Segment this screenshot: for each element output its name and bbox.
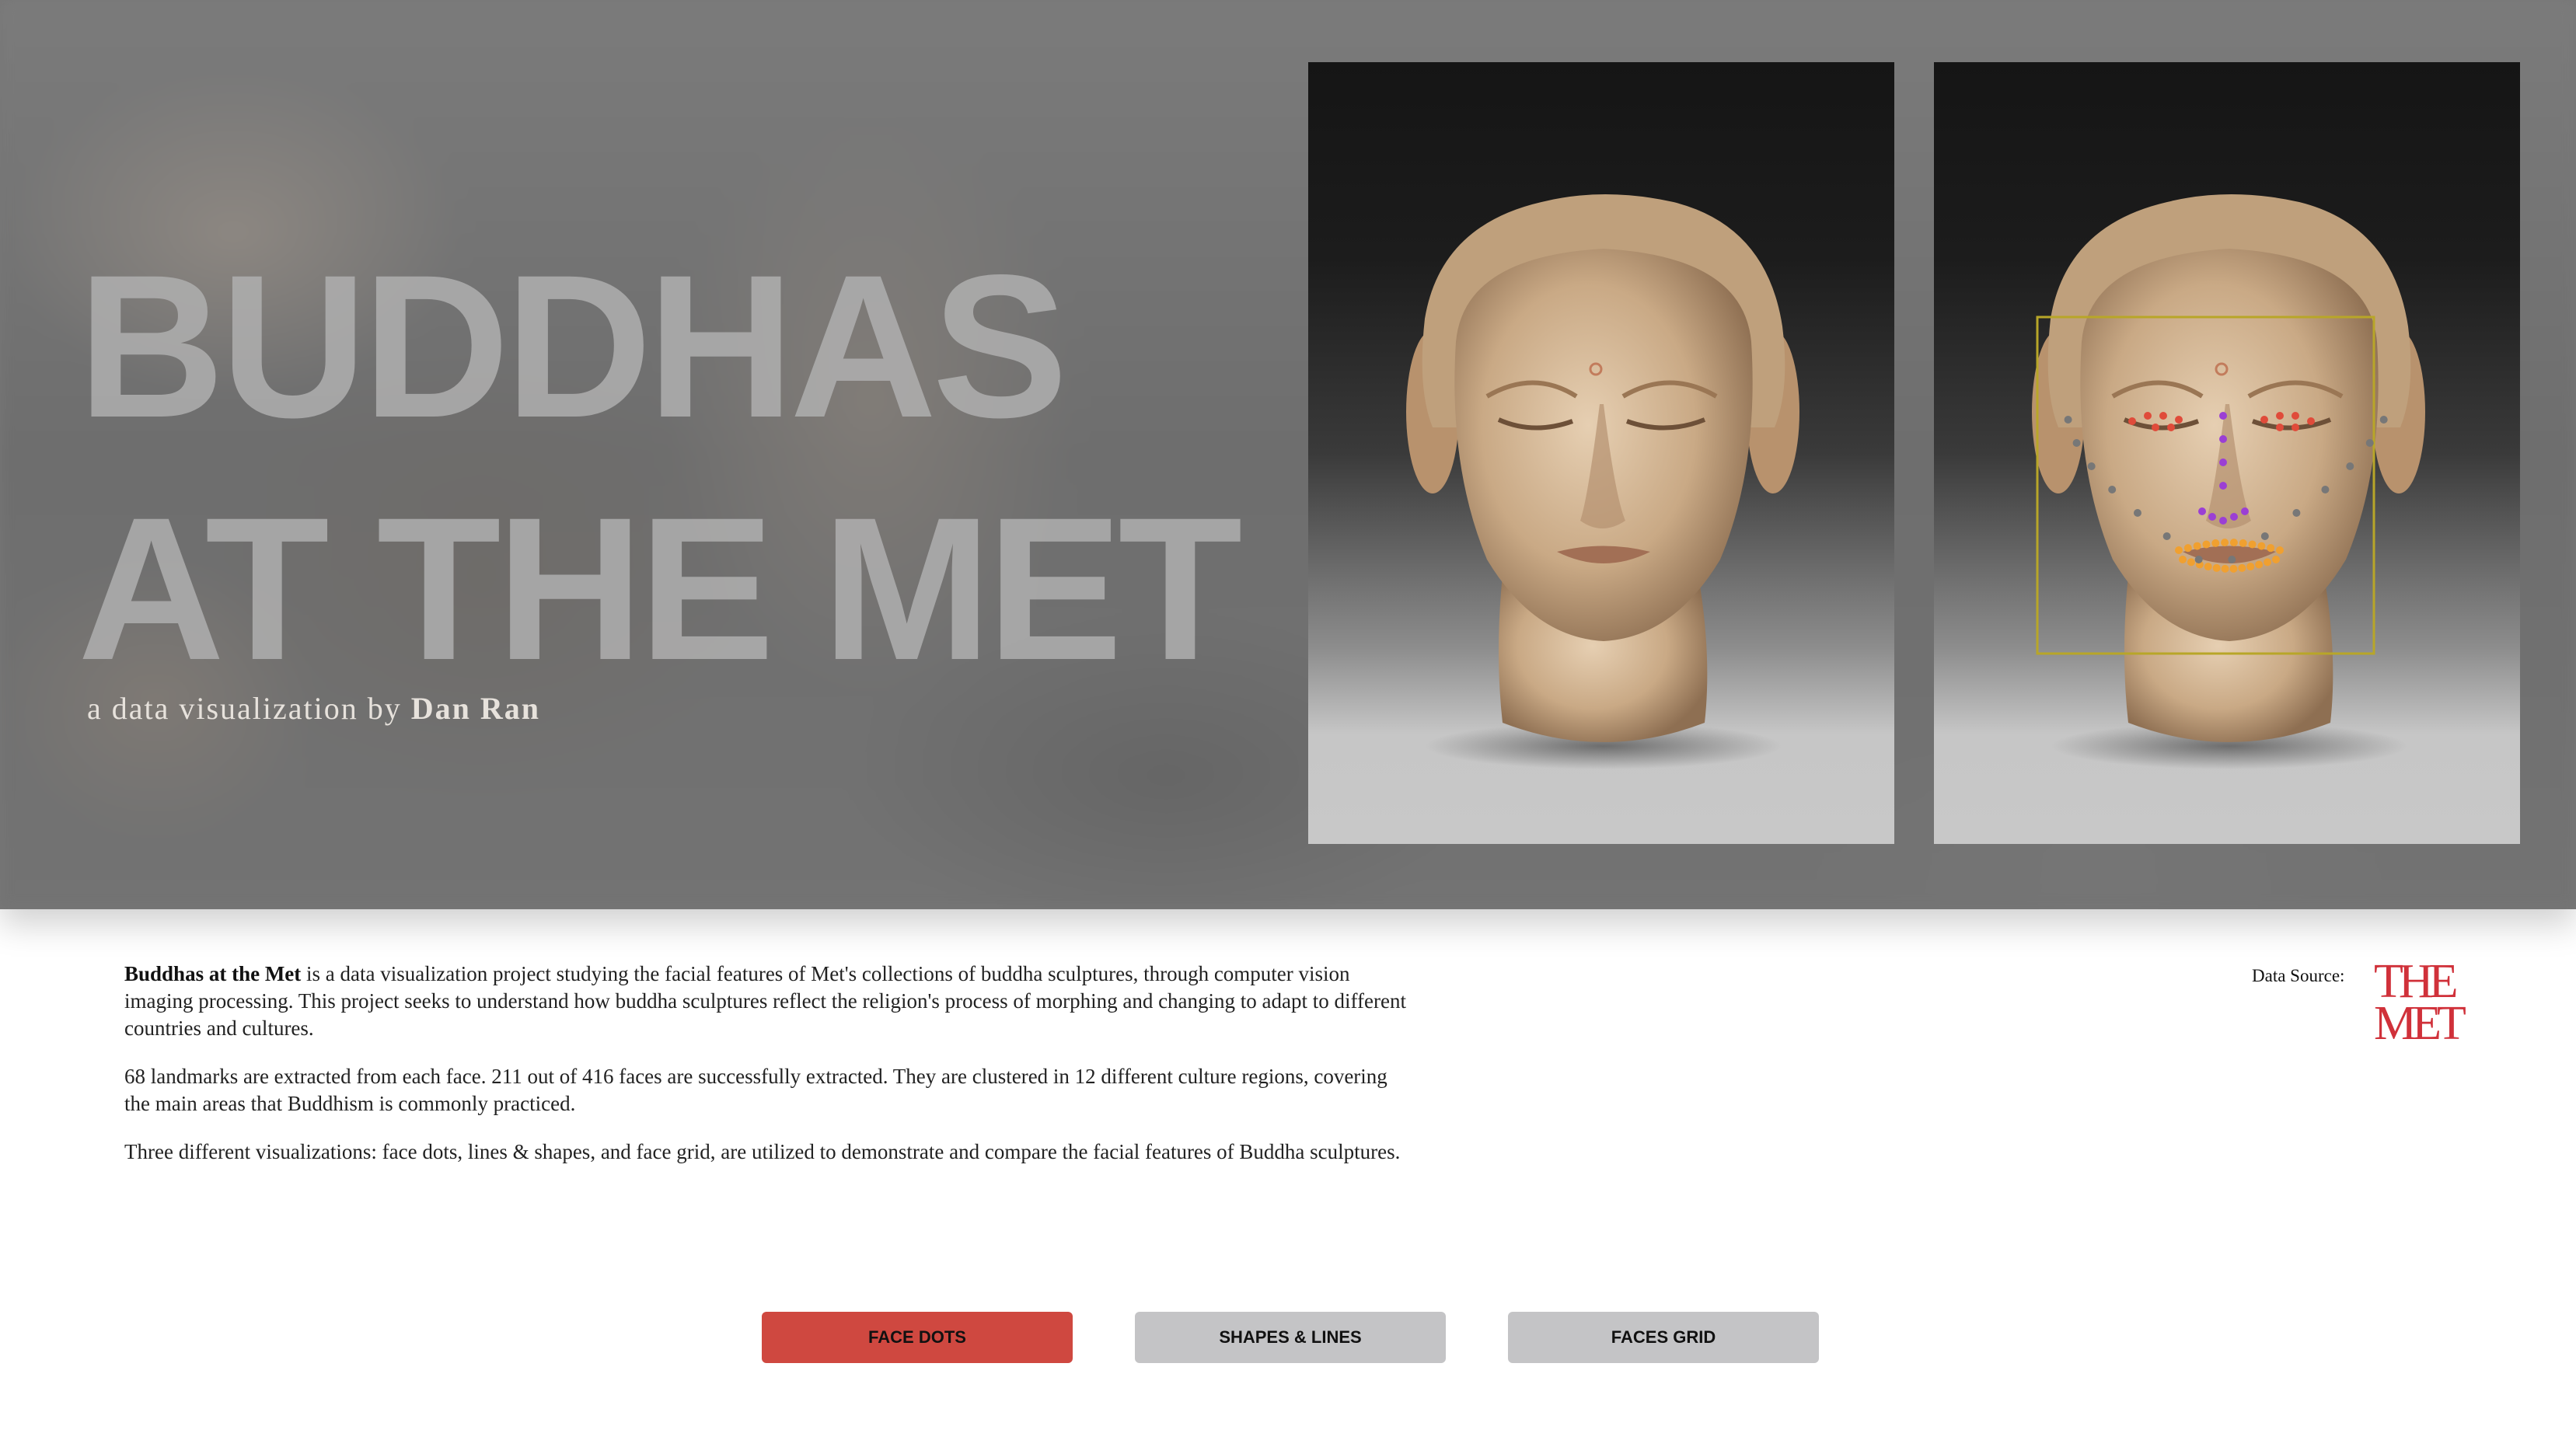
landmark-mouth-dot: [2179, 556, 2187, 563]
landmark-eye-dot: [2144, 412, 2152, 420]
landmark-eye-dot: [2128, 417, 2136, 425]
landmark-mouth-dot: [2193, 542, 2201, 550]
landmark-mouth-dot: [2257, 542, 2266, 550]
hero-banner: BUDDHAS AT THE MET a data visualization …: [0, 0, 2576, 909]
paragraph-1-text: is a data visualization project studying…: [124, 962, 1406, 1040]
description-paragraph-1: Buddhas at the Met is a data visualizati…: [124, 961, 1407, 1042]
landmark-jaw-dot: [2365, 439, 2374, 447]
landmark-jaw-dot: [2162, 532, 2171, 540]
landmark-mouth-dot: [2276, 546, 2284, 554]
landmark-eye-dot: [2276, 412, 2284, 420]
page-title: BUDDHAS AT THE MET: [78, 225, 1242, 710]
buddha-photo-landmarks: [1934, 62, 2520, 844]
visualization-nav: FACE DOTS SHAPES & LINES FACES GRID: [0, 1312, 2576, 1363]
landmark-jaw-dot: [2346, 462, 2354, 470]
met-logo-line-1: THE: [2374, 955, 2459, 1008]
landmark-eye-dot: [2292, 424, 2299, 431]
landmark-mouth-dot: [2248, 540, 2257, 549]
landmark-mouth-dot: [2221, 539, 2229, 547]
landmark-jaw-dot: [2194, 556, 2203, 563]
landmark-jaw-dot: [2087, 462, 2096, 470]
landmark-nose-dot: [2219, 459, 2227, 466]
landmark-nose-dot: [2219, 517, 2227, 525]
buddha-photo-original: [1308, 62, 1894, 844]
landmark-jaw-dot: [2072, 439, 2081, 447]
description-paragraph-2: 68 landmarks are extracted from each fac…: [124, 1065, 1387, 1115]
met-logo[interactable]: THE MET: [2374, 955, 2466, 1050]
landmark-mouth-dot: [2229, 539, 2238, 547]
landmark-mouth-dot: [2272, 556, 2280, 563]
landmark-jaw-dot: [2321, 486, 2330, 493]
landmark-mouth-dot: [2202, 540, 2211, 549]
landmark-mouth-dot: [2187, 558, 2195, 567]
landmark-mouth-dot: [2204, 563, 2212, 571]
landmark-eye-dot: [2260, 416, 2268, 424]
landmark-nose-dot: [2198, 507, 2206, 515]
author-name: Dan Ran: [410, 691, 541, 726]
description-paragraph-3: Three different visualizations: face dot…: [124, 1140, 1401, 1163]
project-name: Buddhas at the Met: [124, 962, 302, 985]
landmark-nose-dot: [2230, 513, 2238, 521]
face-dots-button[interactable]: FACE DOTS: [762, 1312, 1073, 1363]
landmark-eye-dot: [2167, 424, 2175, 431]
landmark-mouth-dot: [2229, 564, 2238, 573]
landmark-nose-dot: [2219, 435, 2227, 443]
landmark-jaw-dot: [2379, 416, 2388, 424]
landmark-mouth-dot: [2212, 563, 2221, 572]
met-logo-line-2: MET: [2374, 997, 2466, 1050]
landmark-nose-dot: [2219, 482, 2227, 490]
landmark-eye-dot: [2152, 424, 2159, 431]
landmark-mouth-dot: [2175, 546, 2183, 554]
landmark-mouth-dot: [2221, 564, 2229, 573]
title-line-1: BUDDHAS: [78, 232, 1068, 460]
landmark-mouth-dot: [2246, 563, 2255, 571]
landmark-mouth-dot: [2211, 539, 2220, 547]
data-source-label: Data Source:: [2252, 966, 2345, 985]
project-description: Buddhas at the Met is a data visualizati…: [124, 961, 1407, 1187]
landmark-mouth-dot: [2238, 563, 2246, 572]
landmark-nose-dot: [2219, 412, 2227, 420]
landmark-jaw-dot: [2260, 532, 2269, 540]
landmark-jaw-dot: [2064, 416, 2072, 424]
landmark-jaw-dot: [2292, 509, 2301, 517]
landmark-eye-dot: [2175, 416, 2183, 424]
landmark-jaw-dot: [2133, 509, 2141, 517]
landmark-mouth-dot: [2183, 544, 2192, 553]
landmark-nose-dot: [2208, 513, 2216, 521]
landmark-eye-dot: [2276, 424, 2284, 431]
shapes-lines-button[interactable]: SHAPES & LINES: [1135, 1312, 1446, 1363]
faces-grid-button[interactable]: FACES GRID: [1508, 1312, 1819, 1363]
landmark-jaw-dot: [2228, 556, 2236, 563]
landmark-mouth-dot: [2239, 539, 2247, 547]
hero-subtitle: a data visualization by Dan Ran: [87, 690, 540, 727]
landmark-eye-dot: [2307, 417, 2315, 425]
landmark-nose-dot: [2241, 507, 2249, 515]
subtitle-prefix: a data visualization by: [87, 691, 411, 726]
title-line-2: AT THE MET: [78, 475, 1242, 703]
landmark-mouth-dot: [2267, 544, 2275, 553]
landmark-jaw-dot: [2108, 486, 2117, 493]
landmark-eye-dot: [2292, 412, 2299, 420]
landmark-mouth-dot: [2255, 560, 2264, 569]
landmark-eye-dot: [2159, 412, 2167, 420]
landmark-mouth-dot: [2264, 558, 2272, 567]
